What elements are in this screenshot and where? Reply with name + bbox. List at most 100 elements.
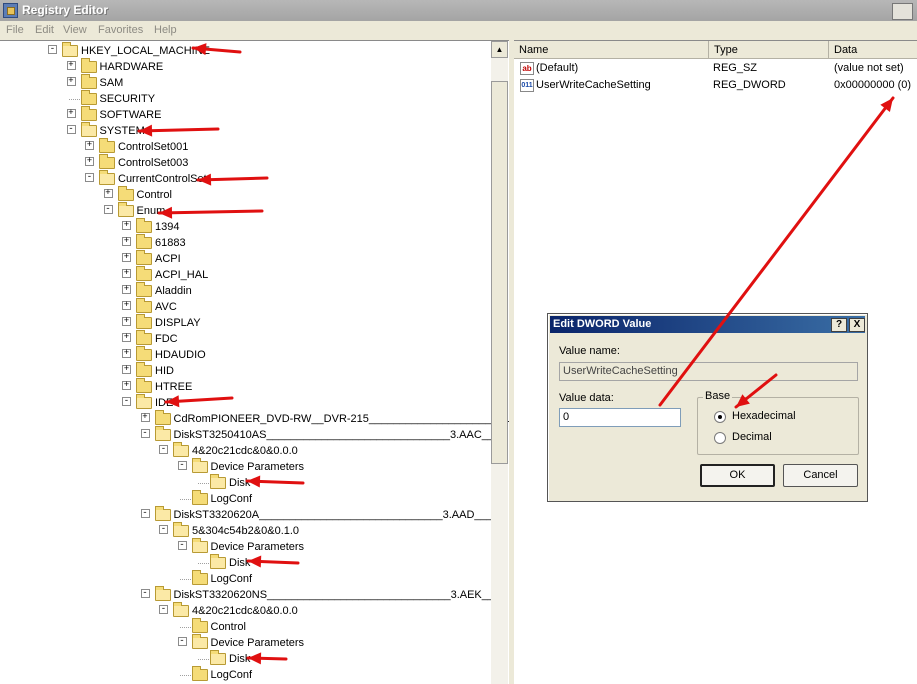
expand-plus-icon[interactable]: + [66, 109, 76, 118]
value-name: (Default) [536, 62, 579, 74]
expand-plus-icon[interactable]: + [66, 77, 76, 86]
value-data-input[interactable]: 0 [559, 408, 681, 427]
expand-plus-icon[interactable]: + [122, 221, 131, 230]
hexadecimal-radio[interactable] [714, 411, 726, 423]
collapse-minus-icon[interactable]: - [85, 173, 94, 182]
open-folder-icon [80, 122, 97, 137]
close-button[interactable]: X [849, 318, 865, 332]
expand-plus-icon[interactable]: + [66, 61, 76, 70]
tree-item-label: ACPI_HAL [155, 269, 209, 281]
folder-icon [136, 282, 152, 297]
tree-item-label: AVC [155, 301, 177, 313]
collapse-minus-icon[interactable]: - [177, 541, 187, 550]
folder-icon [191, 618, 208, 633]
tree-item-label: HKEY_LOCAL_MACHINE [81, 45, 210, 57]
menu-view[interactable]: View [63, 24, 87, 36]
folder-icon [136, 298, 152, 313]
expand-plus-icon[interactable]: + [85, 157, 94, 166]
registry-tree: - HKEY_LOCAL_MACHINE + HARDWARE + SAM SECURITY… [0, 41, 509, 684]
collapse-minus-icon[interactable]: - [159, 525, 168, 534]
folder-icon [136, 266, 152, 281]
expand-plus-icon[interactable]: + [122, 349, 131, 358]
tree-item-label: FDC [155, 333, 178, 345]
folder-icon [191, 490, 208, 505]
collapse-minus-icon[interactable]: - [140, 589, 150, 598]
tree-scrollbar[interactable]: ▲ [491, 41, 508, 684]
open-folder-icon [210, 474, 226, 489]
value-data: 0x00000000 (0) [834, 79, 912, 91]
expand-plus-icon[interactable]: + [122, 365, 131, 374]
tree-item-label: DISPLAY [155, 317, 201, 329]
collapse-minus-icon[interactable]: - [140, 509, 150, 518]
collapse-minus-icon[interactable]: - [140, 429, 150, 438]
tree-connector [179, 499, 191, 500]
expand-plus-icon[interactable]: + [122, 269, 131, 278]
menu-file[interactable]: File [6, 24, 24, 36]
scroll-thumb[interactable] [491, 81, 508, 464]
expand-plus-icon[interactable]: + [122, 333, 131, 342]
expand-plus-icon[interactable]: + [103, 189, 113, 198]
collapse-minus-icon[interactable]: - [159, 445, 168, 454]
expand-plus-icon[interactable]: + [122, 317, 131, 326]
tree-item-label: SOFTWARE [99, 109, 162, 121]
open-folder-icon [210, 554, 226, 569]
tree-item-label: HARDWARE [99, 61, 164, 73]
tree-item-label: Disk [229, 653, 251, 665]
expand-plus-icon[interactable]: + [122, 237, 131, 246]
expand-plus-icon[interactable]: + [122, 285, 131, 294]
collapse-minus-icon[interactable]: - [66, 125, 76, 134]
decimal-radio[interactable] [714, 432, 726, 444]
collapse-minus-icon[interactable]: - [177, 637, 187, 646]
menu-favorites[interactable]: Favorites [98, 24, 143, 36]
column-header-data[interactable]: Data [829, 41, 917, 59]
help-button[interactable]: ? [831, 318, 847, 332]
collapse-minus-icon[interactable]: - [103, 205, 113, 214]
ok-button[interactable]: OK [700, 464, 775, 487]
open-folder-icon [154, 426, 171, 441]
menu-help[interactable]: Help [154, 24, 177, 36]
window-control-button[interactable] [892, 3, 913, 20]
expand-plus-icon[interactable]: + [122, 253, 131, 262]
tree-item-label: CdRomPIONEER_DVD-RW__DVR-215____________… [173, 413, 510, 425]
decimal-label[interactable]: Decimal [732, 431, 772, 443]
column-header-name[interactable]: Name [514, 41, 709, 59]
folder-icon [136, 362, 152, 377]
open-folder-icon [191, 458, 208, 473]
expand-plus-icon[interactable]: + [122, 301, 131, 310]
open-folder-icon [136, 394, 152, 409]
collapse-minus-icon[interactable]: - [122, 397, 131, 406]
cancel-button[interactable]: Cancel [783, 464, 858, 487]
column-header-type[interactable]: Type [709, 41, 829, 59]
open-folder-icon [154, 586, 171, 601]
folder-icon [99, 154, 115, 169]
open-folder-icon [99, 170, 115, 185]
folder-icon [99, 138, 115, 153]
menu-edit[interactable]: Edit [35, 24, 54, 36]
expand-plus-icon[interactable]: + [85, 141, 94, 150]
tree-connector [198, 659, 209, 660]
open-folder-icon [173, 442, 189, 457]
collapse-minus-icon[interactable]: - [48, 45, 57, 54]
tree-item-label: 4&20c21cdc&0&0.0.0 [192, 605, 298, 617]
folder-icon [136, 250, 152, 265]
open-folder-icon [191, 634, 208, 649]
value-row[interactable]: ab (Default) REG_SZ (value not set) [514, 61, 917, 77]
tree-item-label: Control [136, 189, 172, 201]
value-type: REG_DWORD [713, 79, 786, 91]
open-folder-icon [173, 522, 189, 537]
tree-item-label: DiskST3250410AS_________________________… [173, 429, 501, 441]
scroll-up-arrow-icon[interactable]: ▲ [491, 41, 508, 58]
collapse-minus-icon[interactable]: - [177, 461, 187, 470]
value-row[interactable]: 011 UserWriteCacheSetting REG_DWORD 0x00… [514, 78, 917, 94]
collapse-minus-icon[interactable]: - [159, 605, 168, 614]
tree-item-label: 4&20c21cdc&0&0.0.0 [192, 445, 298, 457]
open-folder-icon [173, 602, 189, 617]
hexadecimal-label[interactable]: Hexadecimal [732, 410, 796, 422]
open-folder-icon [154, 506, 171, 521]
expand-plus-icon[interactable]: + [140, 413, 150, 422]
edit-dword-dialog: Edit DWORD Value ? X Value name: UserWri… [547, 313, 868, 502]
base-label: Base [703, 390, 733, 402]
tree-item-label: ControlSet003 [118, 157, 189, 169]
tree-item-label: LogConf [210, 493, 253, 505]
expand-plus-icon[interactable]: + [122, 381, 131, 390]
